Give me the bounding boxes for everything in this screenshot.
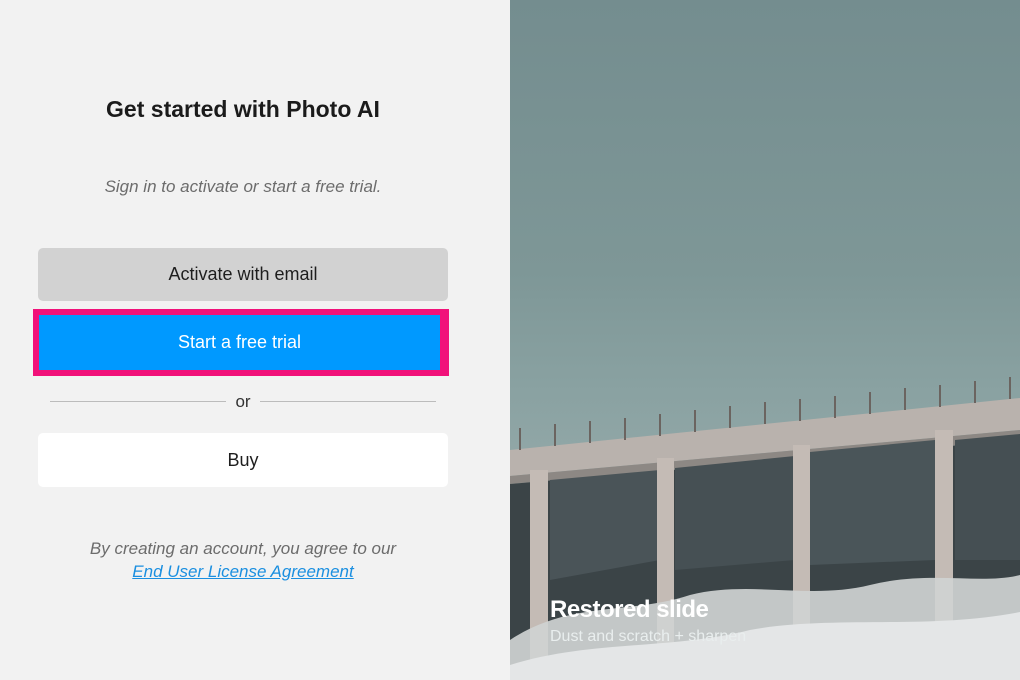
showcase-caption-subtitle: Dust and scratch + sharpen: [550, 628, 747, 645]
page-subtitle: Sign in to activate or start a free tria…: [104, 177, 382, 196]
bay-4: [955, 434, 1020, 560]
legal-text: By creating an account, you agree to our: [89, 539, 397, 558]
showcase-caption-title: Restored slide: [550, 596, 709, 623]
bay-2: [675, 456, 795, 570]
legal-notice: By creating an account, you agree to our…: [0, 537, 486, 583]
showcase-panel: Restored slide Dust and scratch + sharpe…: [510, 0, 1020, 680]
eula-link[interactable]: End User License Agreement: [0, 560, 486, 583]
or-divider: or: [50, 392, 436, 412]
bay-3: [810, 440, 935, 565]
photo-ai-window: Get started with Photo AI Sign in to act…: [0, 0, 1020, 680]
buy-button[interactable]: Buy: [38, 433, 448, 487]
or-label: or: [235, 392, 251, 411]
activate-with-email-button[interactable]: Activate with email: [38, 248, 448, 301]
restored-slide-image: [510, 377, 1020, 680]
divider-line-right: [260, 401, 436, 402]
page-title: Get started with Photo AI: [106, 96, 380, 122]
sign-in-panel: Get started with Photo AI Sign in to act…: [0, 0, 510, 680]
start-free-trial-button[interactable]: Start a free trial: [39, 315, 440, 370]
trial-button-highlight: Start a free trial: [33, 309, 449, 376]
